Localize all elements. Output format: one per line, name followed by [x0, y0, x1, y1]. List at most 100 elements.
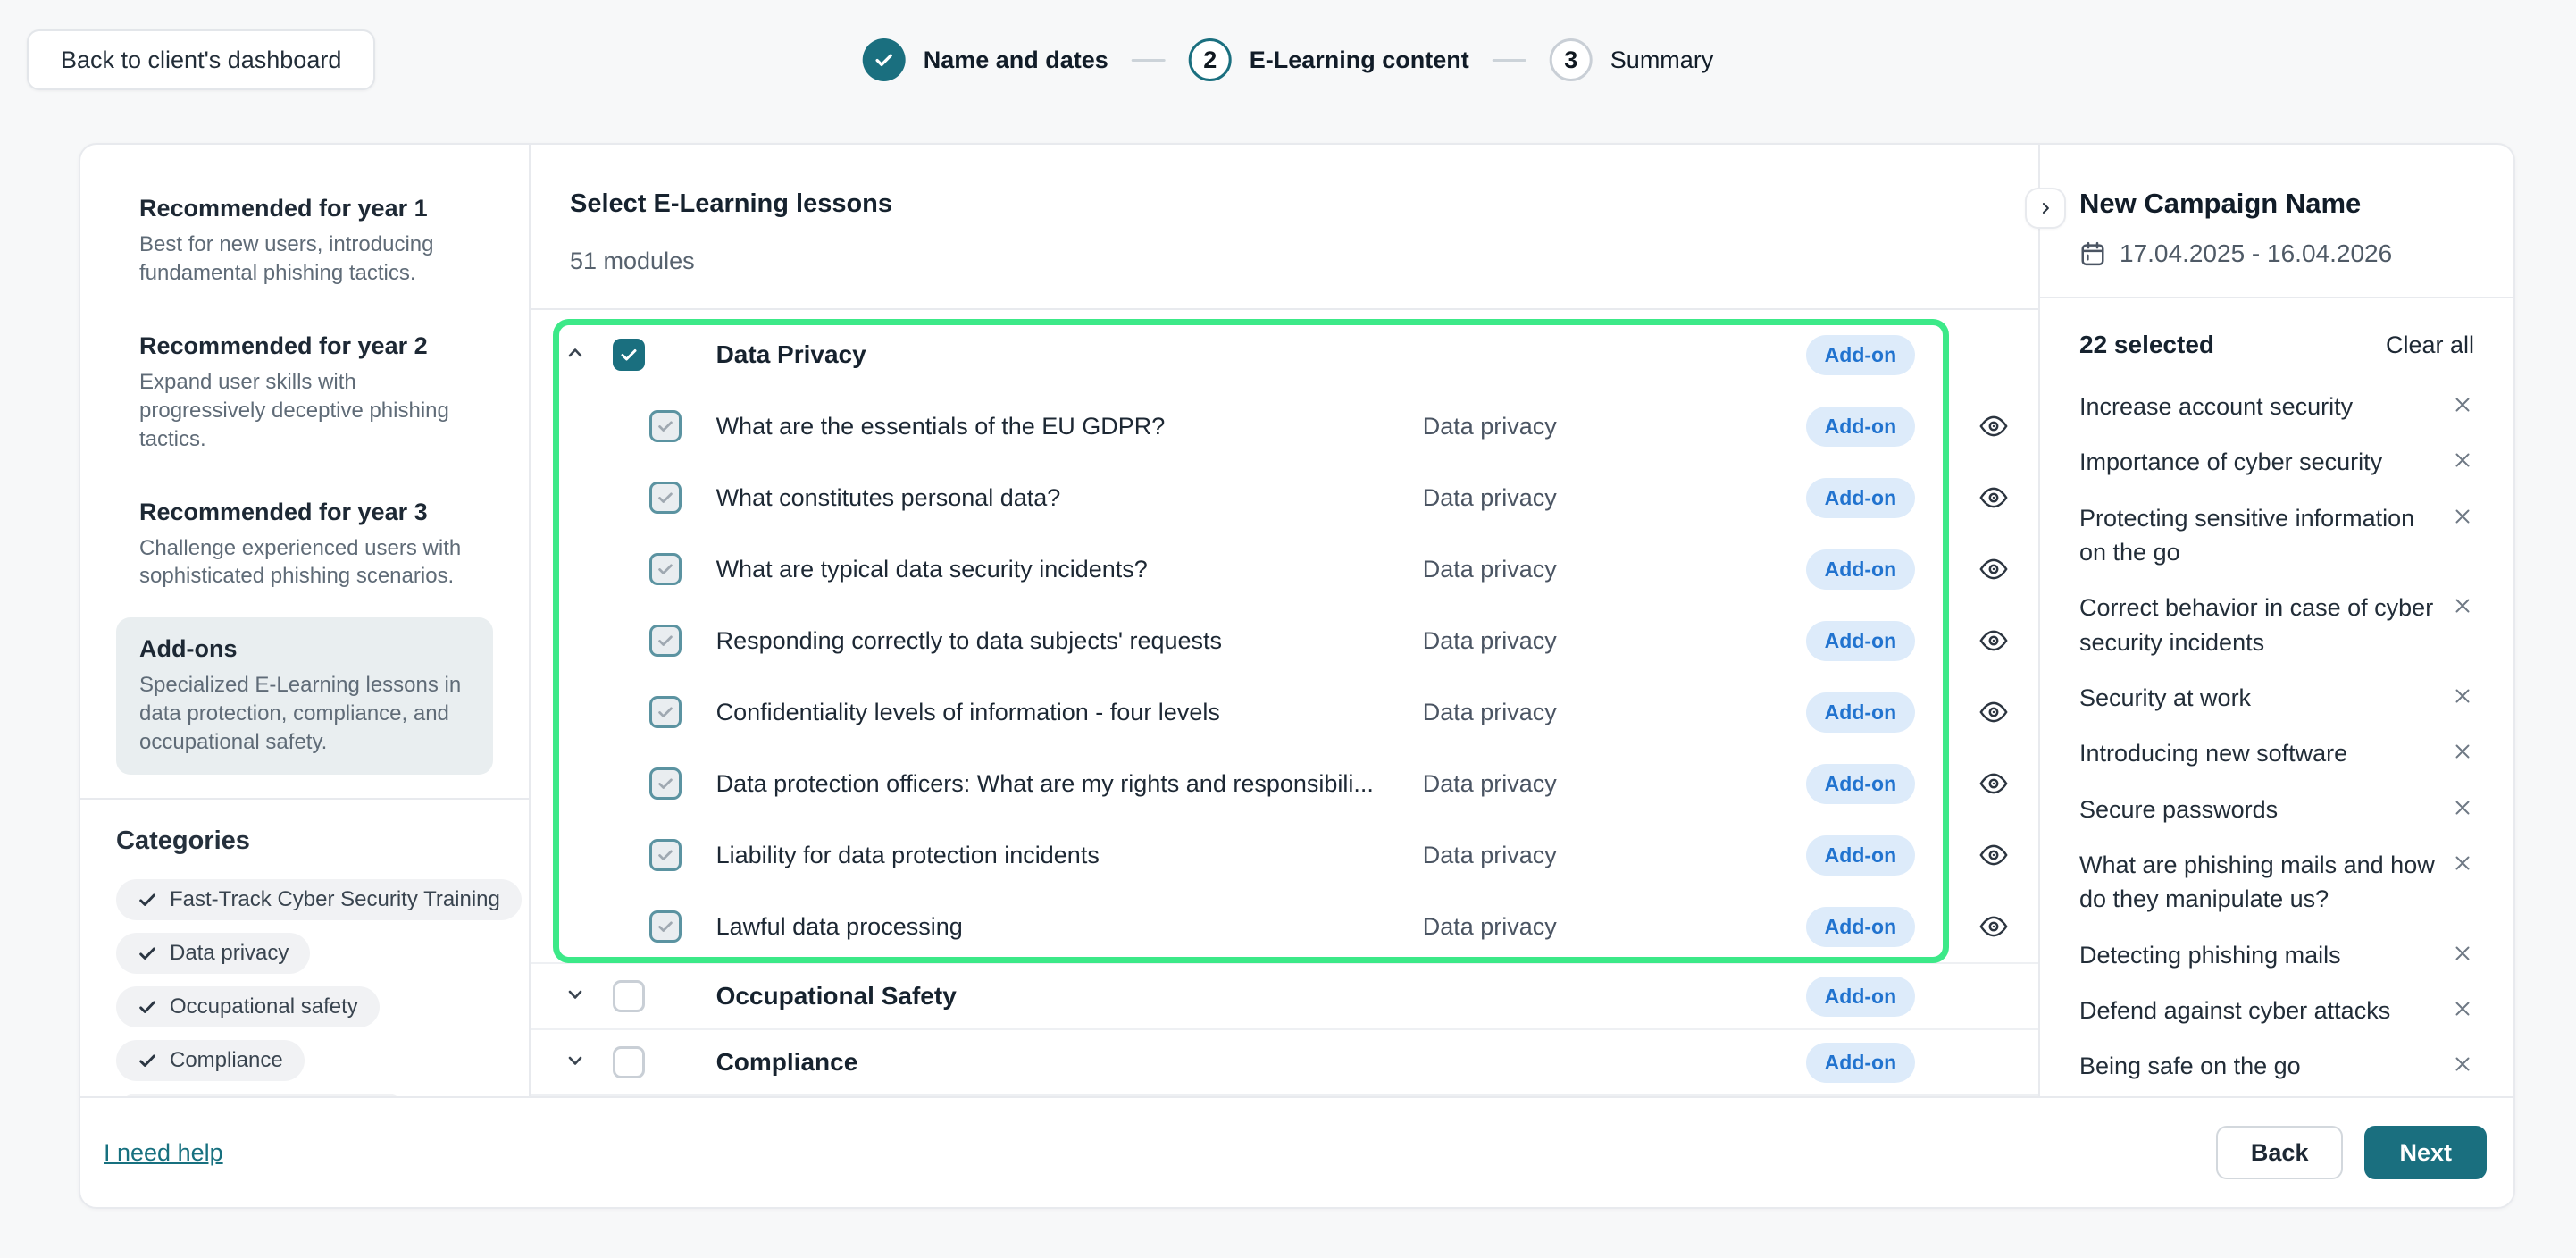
- campaign-date-row: 17.04.2025 - 16.04.2026: [2079, 239, 2474, 268]
- lesson-category: Data privacy: [1423, 484, 1806, 512]
- selected-item-label: Detecting phishing mails: [2079, 938, 2341, 972]
- preview-eye-icon[interactable]: [1974, 696, 2013, 728]
- step-1-label: Name and dates: [924, 46, 1108, 74]
- remove-item-icon[interactable]: [2451, 591, 2474, 620]
- chevron-down-icon[interactable]: [565, 1050, 586, 1076]
- lesson-title: Lawful data processing: [716, 913, 1423, 941]
- summary-collapse-button[interactable]: [2025, 188, 2066, 229]
- check-icon: [656, 559, 675, 579]
- help-link[interactable]: I need help: [104, 1139, 223, 1167]
- sidebar-item-year-2[interactable]: Recommended for year 2 Expand user skill…: [116, 314, 493, 472]
- lesson-checkbox-checked[interactable]: [649, 839, 682, 871]
- category-pill-fast-track[interactable]: Fast-Track Cyber Security Training: [116, 879, 522, 920]
- back-to-dashboard-button[interactable]: Back to client's dashboard: [27, 29, 375, 90]
- category-pill-occupational-safety[interactable]: Occupational safety: [116, 986, 380, 1027]
- step-name-and-dates[interactable]: Name and dates: [863, 38, 1108, 81]
- step-2-label: E-Learning content: [1250, 46, 1469, 74]
- chevron-down-icon[interactable]: [565, 984, 586, 1010]
- sidebar-item-add-ons[interactable]: Add-ons Specialized E-Learning lessons i…: [116, 617, 493, 775]
- lesson-category: Data privacy: [1423, 699, 1806, 726]
- remove-item-icon[interactable]: [2451, 1049, 2474, 1078]
- preview-eye-icon[interactable]: [1974, 767, 2013, 800]
- campaign-summary-header: New Campaign Name 17.04.2025 - 16.04.202…: [2079, 186, 2474, 268]
- remove-item-icon[interactable]: [2451, 994, 2474, 1023]
- back-button[interactable]: Back: [2216, 1126, 2344, 1179]
- preview-eye-icon[interactable]: [1974, 553, 2013, 585]
- sidebar-item-title: Recommended for year 1: [139, 195, 470, 222]
- step-separator: [1493, 59, 1526, 62]
- list-item: Secure passwords: [2079, 793, 2474, 826]
- step-summary[interactable]: 3 Summary: [1550, 38, 1714, 81]
- category-pill-data-privacy[interactable]: Data privacy: [116, 933, 310, 974]
- lesson-checkbox-checked[interactable]: [649, 553, 682, 585]
- step-elearning-content[interactable]: 2 E-Learning content: [1189, 38, 1469, 81]
- chevron-right-icon: [2037, 199, 2054, 217]
- preview-eye-icon[interactable]: [1974, 410, 2013, 442]
- selected-item-label: What are phishing mails and how do they …: [2079, 848, 2437, 917]
- section-title: Data Privacy: [716, 340, 1423, 369]
- preview-eye-icon[interactable]: [1974, 625, 2013, 657]
- check-icon: [656, 631, 675, 650]
- addon-badge: Add-on: [1806, 621, 1915, 661]
- addon-badge: Add-on: [1806, 1043, 1915, 1083]
- check-icon: [138, 997, 157, 1017]
- addon-badge: Add-on: [1806, 335, 1915, 375]
- sidebar-item-description: Specialized E-Learning lessons in data p…: [139, 671, 470, 757]
- sidebar-item-year-3[interactable]: Recommended for year 3 Challenge experie…: [116, 481, 493, 609]
- sidebar-item-year-1[interactable]: Recommended for year 1 Best for new user…: [116, 177, 493, 306]
- step-separator: [1132, 59, 1166, 62]
- lesson-title: Liability for data protection incidents: [716, 842, 1423, 869]
- chevron-up-icon[interactable]: [565, 342, 586, 368]
- remove-item-icon[interactable]: [2451, 736, 2474, 766]
- section-row-compliance[interactable]: Compliance Add-on: [531, 1030, 2038, 1096]
- calendar-icon: [2079, 240, 2106, 267]
- next-button[interactable]: Next: [2364, 1126, 2487, 1179]
- section-row-occupational-safety[interactable]: Occupational Safety Add-on: [531, 964, 2038, 1030]
- check-icon: [656, 702, 675, 722]
- list-item: Detecting phishing mails: [2079, 938, 2474, 972]
- sidebar-item-description: Expand user skills with progressively de…: [139, 368, 470, 454]
- clear-all-button[interactable]: Clear all: [2386, 331, 2474, 359]
- lesson-category: Data privacy: [1423, 556, 1806, 583]
- sidebar-item-title: Add-ons: [139, 635, 470, 663]
- remove-item-icon[interactable]: [2451, 793, 2474, 822]
- section-row-data-privacy[interactable]: Data Privacy Add-on: [531, 319, 2038, 390]
- lesson-checkbox-checked[interactable]: [649, 625, 682, 657]
- step-done-check-icon: [863, 38, 906, 81]
- lesson-title: What constitutes personal data?: [716, 484, 1423, 512]
- lesson-title: What are typical data security incidents…: [716, 556, 1423, 583]
- list-item: Correct behavior in case of cyber securi…: [2079, 591, 2474, 659]
- remove-item-icon[interactable]: [2451, 938, 2474, 968]
- section-checkbox-unchecked[interactable]: [613, 1046, 645, 1078]
- addon-badge: Add-on: [1806, 764, 1915, 804]
- addon-badge: Add-on: [1806, 407, 1915, 447]
- lesson-presets-sidebar: Recommended for year 1 Best for new user…: [80, 145, 531, 1096]
- remove-item-icon[interactable]: [2451, 390, 2474, 419]
- section-checkbox-unchecked[interactable]: [613, 980, 645, 1012]
- step-3-label: Summary: [1610, 46, 1714, 74]
- category-pill-internet-online-tools[interactable]: Internet & Online Tools: [116, 1094, 407, 1096]
- lesson-checkbox-checked[interactable]: [649, 410, 682, 442]
- remove-item-icon[interactable]: [2451, 848, 2474, 877]
- preview-eye-icon[interactable]: [1974, 839, 2013, 871]
- check-icon: [138, 944, 157, 963]
- category-pill-compliance[interactable]: Compliance: [116, 1040, 305, 1081]
- campaign-wizard-card: Recommended for year 1 Best for new user…: [79, 143, 2515, 1209]
- lesson-checkbox-checked[interactable]: [649, 767, 682, 800]
- category-pill-label: Occupational safety: [170, 994, 358, 1019]
- check-icon: [656, 917, 675, 936]
- remove-item-icon[interactable]: [2451, 501, 2474, 531]
- list-item: Security at work: [2079, 681, 2474, 715]
- section-checkbox-checked[interactable]: [613, 339, 645, 371]
- check-icon: [656, 488, 675, 507]
- remove-item-icon[interactable]: [2451, 681, 2474, 710]
- lesson-row: Lawful data processing Data privacy Add-…: [531, 891, 2038, 962]
- preview-eye-icon[interactable]: [1974, 910, 2013, 943]
- lesson-checkbox-checked[interactable]: [649, 910, 682, 943]
- preview-eye-icon[interactable]: [1974, 482, 2013, 514]
- lesson-checkbox-checked[interactable]: [649, 482, 682, 514]
- addon-badge: Add-on: [1806, 977, 1915, 1017]
- category-pill-label: Data privacy: [170, 941, 289, 966]
- remove-item-icon[interactable]: [2451, 445, 2474, 474]
- lesson-checkbox-checked[interactable]: [649, 696, 682, 728]
